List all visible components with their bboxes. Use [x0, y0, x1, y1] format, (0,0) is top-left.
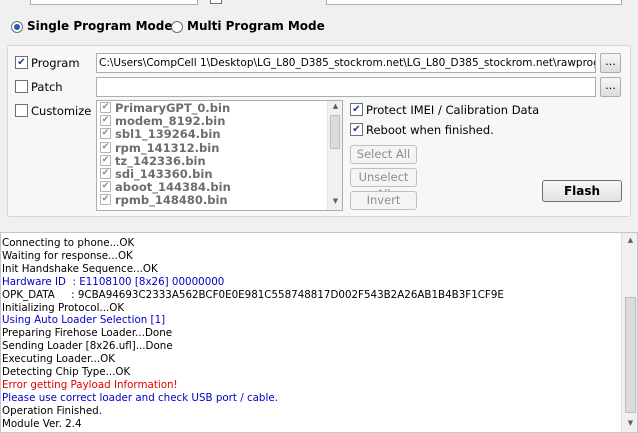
- log-scroll-down-icon[interactable]: ▼: [622, 419, 637, 427]
- scroll-up-icon[interactable]: ▲: [328, 102, 342, 110]
- file-list-items: ✔ PrimaryGPT_0.bin ✔ modem_8192.bin ✔ sbl1_13…: [97, 102, 327, 208]
- file-checkbox[interactable]: ✔: [100, 167, 111, 179]
- log-line: Waiting for response...OK: [2, 249, 133, 262]
- log-line: Preparing Firehose Loader...Done: [2, 327, 173, 340]
- top-field-right[interactable]: [326, 0, 622, 5]
- file-name: sbl1_139264.bin: [115, 127, 221, 142]
- log-line: OPK_DATA : 9CBA94693C2333A562BCF0E0E981C…: [2, 288, 504, 301]
- single-mode-label: Single Program Mode: [27, 19, 173, 33]
- log-scroll-up-icon[interactable]: ▲: [622, 236, 637, 244]
- log-lines: Connecting to phone...OK Waiting for resp…: [1, 237, 621, 432]
- top-field-left[interactable]: [30, 0, 198, 5]
- file-list-item[interactable]: ✔ rpmb_148480.bin: [97, 194, 327, 207]
- select-all-button[interactable]: Select All: [350, 145, 417, 164]
- program-path-field[interactable]: C:\Users\CompCell 1\Desktop\LG_L80_D385_…: [96, 53, 596, 73]
- patch-checkbox[interactable]: [15, 80, 28, 93]
- log-line: Hardware ID : E1108100 [8x26] 00000000: [2, 275, 225, 288]
- file-checkbox[interactable]: ✔: [100, 128, 111, 140]
- customize-label: Customize: [31, 104, 92, 118]
- program-label: Program: [31, 56, 80, 70]
- patch-browse-button[interactable]: ...: [600, 77, 621, 97]
- file-name: rpm_141312.bin: [115, 140, 220, 155]
- file-list[interactable]: ✔ PrimaryGPT_0.bin ✔ modem_8192.bin ✔ sbl1_13…: [96, 100, 343, 211]
- log-line: Connecting to phone...OK: [2, 237, 135, 249]
- log-scrollbar[interactable]: ▲ ▼: [621, 233, 637, 432]
- file-checkbox[interactable]: ✔: [100, 141, 111, 153]
- log-panel: Connecting to phone...OK Waiting for resp…: [0, 232, 638, 433]
- unselect-all-button[interactable]: Unselect All: [350, 168, 417, 201]
- flash-button[interactable]: Flash: [542, 180, 622, 202]
- program-browse-button[interactable]: ...: [600, 53, 621, 73]
- file-checkbox[interactable]: ✔: [100, 181, 111, 193]
- reboot-checkbox[interactable]: ✔: [350, 123, 363, 136]
- program-checkbox[interactable]: ✔: [15, 56, 28, 69]
- file-checkbox[interactable]: ✔: [100, 102, 111, 113]
- log-line: Sending Loader [8x26.ufl]...Done: [2, 340, 173, 353]
- top-checkbox[interactable]: [210, 0, 222, 4]
- multi-mode-label: Multi Program Mode: [187, 19, 325, 33]
- file-name: tz_142336.bin: [115, 153, 206, 168]
- patch-label: Patch: [31, 80, 63, 94]
- file-checkbox[interactable]: ✔: [100, 115, 111, 127]
- file-checkbox[interactable]: ✔: [100, 154, 111, 166]
- file-name: aboot_144384.bin: [115, 180, 231, 195]
- log-scroll-thumb[interactable]: [625, 297, 636, 413]
- file-name: rpmb_148480.bin: [115, 193, 228, 208]
- log-line: Init Handshake Sequence...OK: [2, 262, 158, 275]
- protect-imei-label: Protect IMEI / Calibration Data: [366, 103, 540, 117]
- customize-checkbox[interactable]: [15, 104, 28, 117]
- log-line: Detecting Chip Type...OK: [2, 366, 131, 378]
- invert-button[interactable]: Invert: [350, 191, 417, 210]
- protect-imei-checkbox[interactable]: ✔: [350, 103, 363, 116]
- patch-path-field[interactable]: [96, 77, 596, 97]
- log-line: Error getting Payload Information!: [2, 378, 178, 391]
- file-name: sdi_143360.bin: [115, 166, 213, 181]
- log-line: Operation Finished.: [2, 404, 102, 417]
- log-line: Executing Loader...OK: [2, 353, 116, 366]
- log-line: Module Ver. 2.4: [2, 417, 82, 430]
- single-mode-radio[interactable]: [11, 21, 23, 33]
- reboot-label: Reboot when finished.: [366, 123, 494, 137]
- log-line: Initializing Protocol...OK: [2, 301, 125, 314]
- scroll-down-icon[interactable]: ▼: [328, 197, 342, 205]
- file-name: PrimaryGPT_0.bin: [115, 101, 231, 115]
- file-list-scrollbar[interactable]: ▲ ▼: [327, 101, 342, 210]
- file-name: modem_8192.bin: [115, 114, 226, 129]
- scroll-thumb[interactable]: [330, 115, 340, 149]
- log-line: Please use correct loader and check USB …: [2, 391, 278, 404]
- file-checkbox[interactable]: ✔: [100, 194, 111, 206]
- log-line: Using Auto Loader Selection [1]: [2, 314, 166, 327]
- multi-mode-radio[interactable]: [171, 21, 183, 33]
